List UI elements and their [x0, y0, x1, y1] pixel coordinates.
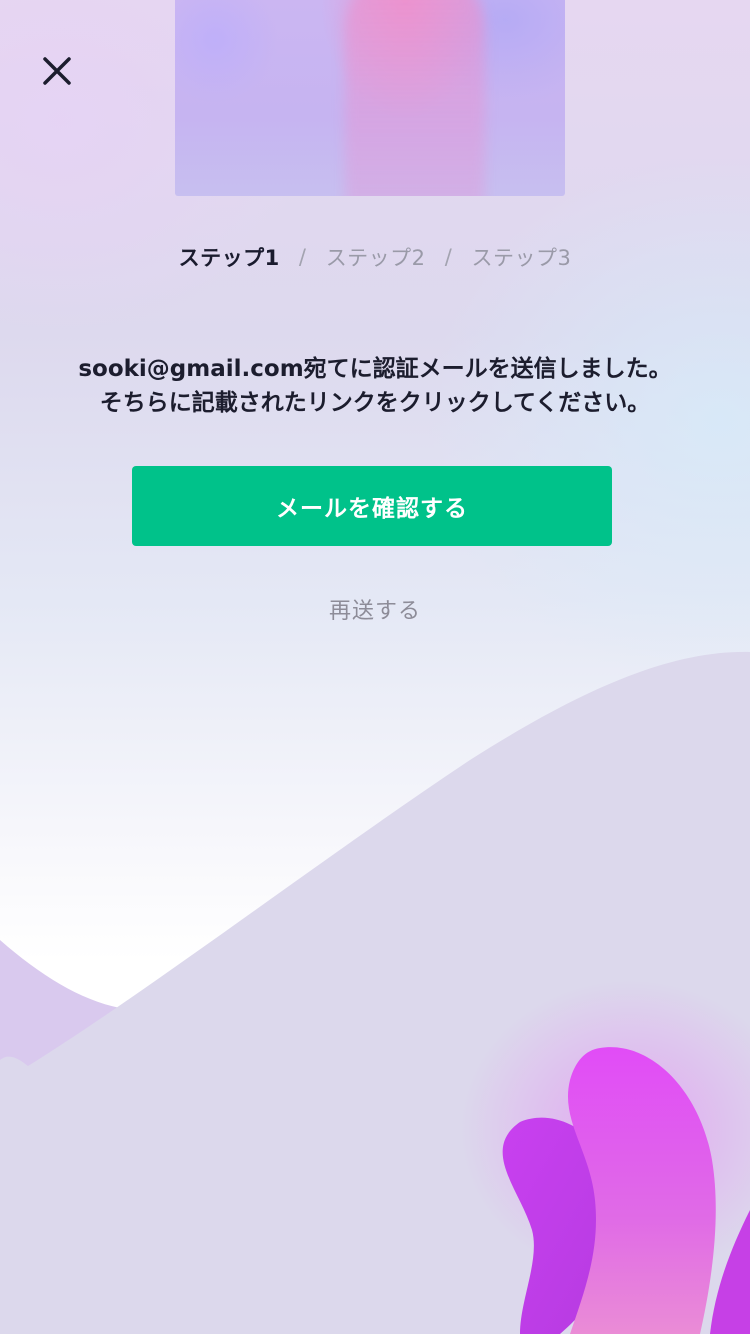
background-illustration — [0, 651, 750, 1334]
step-3-label: ステップ3 — [471, 246, 572, 270]
step-indicator: ステップ1 / ステップ2 / ステップ3 — [0, 242, 750, 272]
close-button[interactable] — [36, 50, 78, 92]
resend-link[interactable]: 再送する — [0, 593, 750, 625]
hero-image-figure — [345, 0, 485, 196]
verification-message: sooki@gmail.com宛てに認証メールを送信しました。 そちらに記載され… — [40, 352, 710, 420]
message-line-2: そちらに記載されたリンクをクリックしてください。 — [99, 390, 651, 416]
step-2-label: ステップ2 — [325, 246, 426, 270]
confirm-email-button[interactable]: メールを確認する — [132, 466, 612, 546]
step-1-label: ステップ1 — [178, 246, 280, 270]
step-separator: / — [298, 245, 307, 269]
step-separator: / — [444, 245, 453, 269]
message-line-1: sooki@gmail.com宛てに認証メールを送信しました。 — [78, 356, 672, 382]
close-icon — [43, 57, 71, 85]
hero-image — [175, 0, 565, 196]
